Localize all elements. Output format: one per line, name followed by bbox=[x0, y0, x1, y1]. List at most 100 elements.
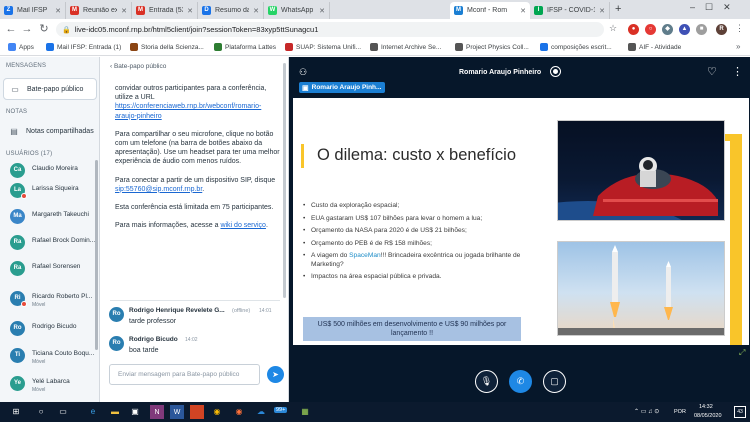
user-item[interactable]: Ro Rodrigo Bicudo bbox=[8, 318, 98, 340]
firefox-icon[interactable]: ◉ bbox=[232, 405, 246, 419]
new-tab-button[interactable]: + bbox=[615, 3, 621, 15]
reload-icon[interactable]: ↻ bbox=[37, 22, 51, 37]
close-icon[interactable]: ✕ bbox=[595, 7, 609, 15]
tab-reuniao[interactable]: M Reunião extraordi✕ bbox=[66, 2, 132, 19]
bookmark-aif[interactable]: AIF - Atividade bbox=[628, 43, 681, 51]
user-item[interactable]: Ri Ricardo Roberto Pl... Móvel bbox=[8, 288, 98, 310]
tray-icons[interactable]: ⌃ ▭ ♫ ⊙ bbox=[634, 408, 659, 415]
welcome-text: . bbox=[265, 222, 268, 230]
bookmark-storia[interactable]: Storia della Scienza... bbox=[130, 43, 204, 51]
sidebar-item-shared-notes[interactable]: ▤ Notas compartilhadas bbox=[3, 120, 97, 142]
close-icon[interactable]: ✕ bbox=[183, 7, 197, 15]
user-device: Móvel bbox=[32, 359, 46, 365]
chat-header[interactable]: ‹ Bate-papo público bbox=[110, 63, 166, 70]
recording-icon[interactable] bbox=[550, 66, 561, 77]
welcome-text: . bbox=[202, 185, 205, 193]
user-item[interactable]: La Larissa Siqueira bbox=[8, 180, 98, 202]
heart-icon[interactable]: ♡ bbox=[707, 65, 717, 78]
bookmark-project-physics[interactable]: Project Physics Coll... bbox=[455, 43, 529, 51]
user-item[interactable]: Ma Margareth Takeuchi bbox=[8, 206, 98, 228]
extension-icon[interactable]: ○ bbox=[645, 24, 656, 35]
address-bar[interactable]: 🔒 live-idc05.mconf.rnp.br/html5client/joi… bbox=[56, 22, 604, 37]
user-icon[interactable]: ⚇ bbox=[299, 67, 307, 78]
menu-icon[interactable]: ⋮ bbox=[735, 23, 744, 34]
forward-icon[interactable]: → bbox=[20, 22, 34, 37]
notes-icon: ▤ bbox=[10, 126, 18, 136]
bookmark-label: Internet Archive Se... bbox=[381, 43, 442, 51]
tab-resumo[interactable]: D Resumo da reuniã✕ bbox=[198, 2, 264, 19]
bookmark-star-icon[interactable]: ☆ bbox=[609, 23, 617, 34]
tab-mail-ifsp[interactable]: Z Mail IFSP ✕ bbox=[0, 2, 66, 19]
word-icon[interactable]: W bbox=[170, 405, 184, 419]
bookmark-apps[interactable]: Apps bbox=[8, 43, 34, 51]
app-icon[interactable] bbox=[190, 405, 204, 419]
phone-audio-button[interactable]: ✆ bbox=[509, 370, 532, 393]
clock-time[interactable]: 14:32 bbox=[699, 404, 713, 410]
user-item[interactable]: Ye Yelé Labarca Móvel bbox=[8, 373, 98, 395]
close-icon[interactable]: ✕ bbox=[315, 7, 329, 15]
tab-label: Mconf - Rom bbox=[467, 7, 508, 14]
extension-icon[interactable]: ● bbox=[628, 24, 639, 35]
close-icon[interactable]: ✕ bbox=[117, 7, 131, 15]
tab-entrada[interactable]: M Entrada (539) - ai✕ bbox=[132, 2, 198, 19]
windows-start-icon[interactable]: ⊞ bbox=[9, 405, 23, 419]
bullet-item: A viagem do SpaceMan!!! Brincadeira excê… bbox=[303, 252, 553, 269]
bookmark-suap[interactable]: SUAP: Sistema Unifi... bbox=[285, 43, 361, 51]
options-icon[interactable]: ⋮ bbox=[732, 65, 743, 78]
user-item[interactable]: Ti Ticiana Couto Boqu... Móvel bbox=[8, 345, 98, 367]
sidebar-scrollbar[interactable] bbox=[95, 160, 98, 350]
status-dot bbox=[21, 301, 27, 307]
user-item[interactable]: Ca Claudio Moreira bbox=[8, 160, 98, 182]
wiki-link[interactable]: wiki do serviço bbox=[220, 222, 266, 229]
onedrive-icon[interactable]: ☁ bbox=[254, 405, 268, 419]
tab-whatsapp[interactable]: W WhatsApp ✕ bbox=[264, 2, 330, 19]
clock-date[interactable]: 08/05/2020 bbox=[694, 413, 722, 419]
bookmark-internet-archive[interactable]: Internet Archive Se... bbox=[370, 43, 441, 51]
tab-mconf[interactable]: M Mconf - Rom ✕ bbox=[450, 2, 530, 19]
cloud-icon bbox=[540, 43, 548, 51]
mute-microphone-button[interactable]: 🎙 bbox=[475, 370, 498, 393]
chat-message-input[interactable]: Enviar mensagem para Bate-papo público bbox=[109, 364, 260, 385]
bookmark-lattes[interactable]: Plataforma Lattes bbox=[214, 43, 276, 51]
close-icon[interactable]: ✕ bbox=[249, 7, 263, 15]
back-icon[interactable]: ← bbox=[4, 22, 18, 37]
edge-icon[interactable]: e bbox=[86, 405, 100, 419]
fullscreen-icon[interactable]: ⤢ bbox=[739, 348, 745, 358]
app-icon[interactable]: ▦ bbox=[298, 405, 312, 419]
chat-scrollbar[interactable] bbox=[283, 63, 286, 298]
highlight-box: US$ 500 milhões em desenvolvimento e US$… bbox=[303, 317, 521, 341]
users-header: USUÁRIOS (17) bbox=[6, 151, 53, 157]
close-icon[interactable]: ✕ bbox=[516, 7, 530, 15]
conference-link[interactable]: https://conferenciaweb.rnp.br/webconf/ro… bbox=[115, 103, 261, 119]
sidebar-item-public-chat[interactable]: ▭ Bate-papo público bbox=[3, 78, 97, 100]
user-item[interactable]: Ra Rafael Sorensen bbox=[8, 258, 98, 280]
bookmark-icon bbox=[455, 43, 463, 51]
profile-avatar[interactable]: R bbox=[716, 24, 727, 35]
store-icon[interactable]: ▣ bbox=[128, 405, 142, 419]
boosters-illustration bbox=[558, 245, 724, 335]
search-icon[interactable]: ○ bbox=[34, 405, 48, 419]
camera-toggle-button[interactable]: ▢ bbox=[543, 370, 566, 393]
bookmark-mail-ifsp[interactable]: Mail IFSP: Entrada (1) bbox=[46, 43, 121, 51]
extension-icon[interactable]: ◆ bbox=[662, 24, 673, 35]
file-explorer-icon[interactable]: ▬ bbox=[108, 405, 122, 419]
bookmark-icon bbox=[285, 43, 293, 51]
chrome-icon[interactable]: ◉ bbox=[210, 405, 224, 419]
window-controls[interactable]: –☐✕ bbox=[690, 2, 741, 13]
task-view-icon[interactable]: ▭ bbox=[56, 405, 70, 419]
message-text: boa tarde bbox=[129, 347, 159, 354]
more-bookmarks-icon[interactable]: » bbox=[736, 42, 740, 51]
bookmark-composicoes[interactable]: composições escrit... bbox=[540, 43, 612, 51]
language-indicator[interactable]: POR bbox=[674, 409, 686, 415]
sip-link[interactable]: sip:55760@sip.mconf.rnp.br bbox=[115, 186, 202, 193]
lock-icon: 🔒 bbox=[62, 26, 71, 34]
extension-icon[interactable]: ▲ bbox=[679, 24, 690, 35]
extension-icon[interactable]: ■ bbox=[696, 24, 707, 35]
notification-center-icon[interactable]: 43 bbox=[734, 406, 746, 418]
close-icon[interactable]: ✕ bbox=[51, 7, 65, 15]
user-item[interactable]: Ra Rafael Brock Domin... bbox=[8, 232, 98, 254]
send-message-button[interactable]: ➤ bbox=[267, 366, 284, 383]
onenote-icon[interactable]: N bbox=[150, 405, 164, 419]
slide-bullets: Custo da exploração espacial; EUA gastar… bbox=[303, 202, 553, 286]
tab-ifsp-covid[interactable]: I IFSP - COVID-19 -✕ bbox=[530, 2, 610, 19]
